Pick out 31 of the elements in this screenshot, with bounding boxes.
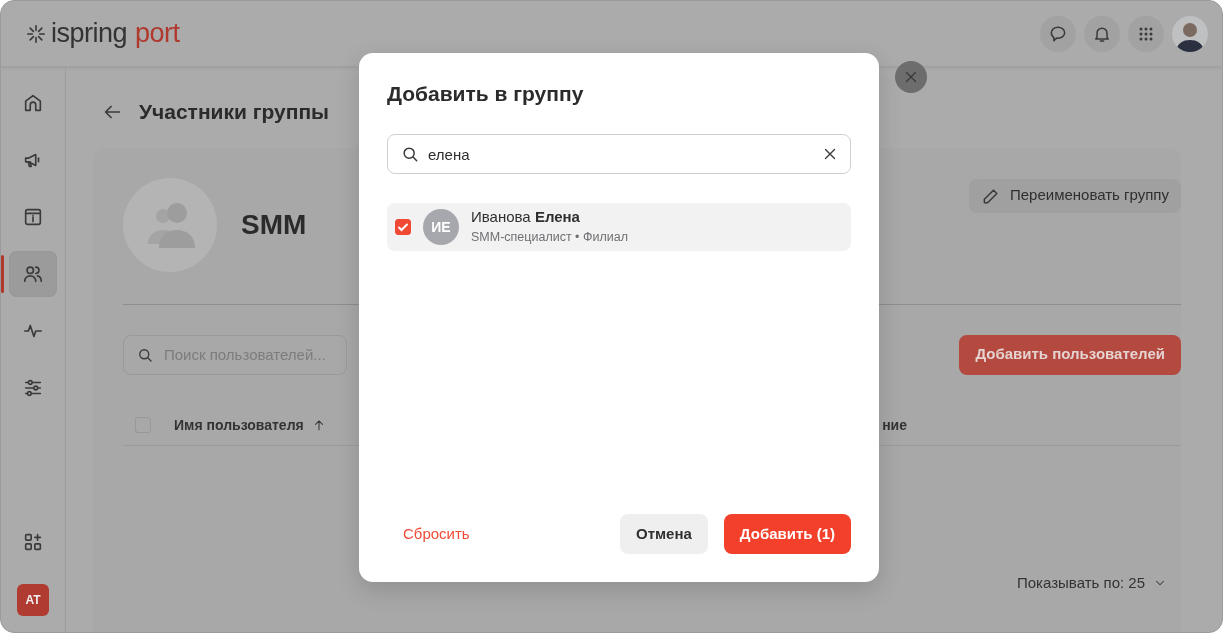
- column-header[interactable]: ние: [882, 414, 907, 436]
- logo-icon: [25, 22, 47, 45]
- search-field[interactable]: елена: [387, 134, 851, 175]
- home-icon: [22, 92, 44, 114]
- apps-button[interactable]: [1128, 15, 1164, 52]
- logo-brand: ispring: [51, 20, 128, 47]
- reset-button[interactable]: Сбросить: [387, 514, 486, 554]
- checkbox[interactable]: [395, 219, 411, 236]
- bell-button[interactable]: [1084, 15, 1120, 52]
- user-details: SMM-специалист • Филиал: [471, 228, 628, 246]
- sliders-icon: [22, 377, 44, 399]
- dialog-title: Добавить в группу: [387, 81, 585, 107]
- info-icon: [22, 206, 44, 228]
- profile-avatar[interactable]: [1172, 15, 1208, 52]
- page-size-select[interactable]: Показывать по: 25: [1017, 571, 1167, 594]
- logo-product: port: [135, 20, 180, 47]
- user-initials[interactable]: AT: [17, 584, 49, 616]
- group-name: SMM: [241, 207, 307, 242]
- add-users-button[interactable]: Добавить пользователей: [959, 334, 1181, 375]
- user-avatar: ИЕ: [423, 209, 459, 246]
- users-icon: [22, 263, 44, 285]
- column-header[interactable]: Имя пользователя: [174, 414, 326, 436]
- rename-button[interactable]: Переименовать группу: [968, 178, 1181, 213]
- chat-button[interactable]: [1040, 15, 1076, 52]
- add-button[interactable]: Добавить (1): [723, 514, 851, 554]
- apps-add-icon: [22, 531, 44, 553]
- close-button[interactable]: [895, 61, 927, 93]
- user-name: Иванова Елена: [471, 207, 581, 226]
- cancel-button[interactable]: Отмена: [620, 514, 708, 554]
- user-result-row[interactable]: ИЕ Иванова Елена SMM-специалист • Филиал: [387, 203, 851, 252]
- page-title: Участники группы: [139, 99, 330, 125]
